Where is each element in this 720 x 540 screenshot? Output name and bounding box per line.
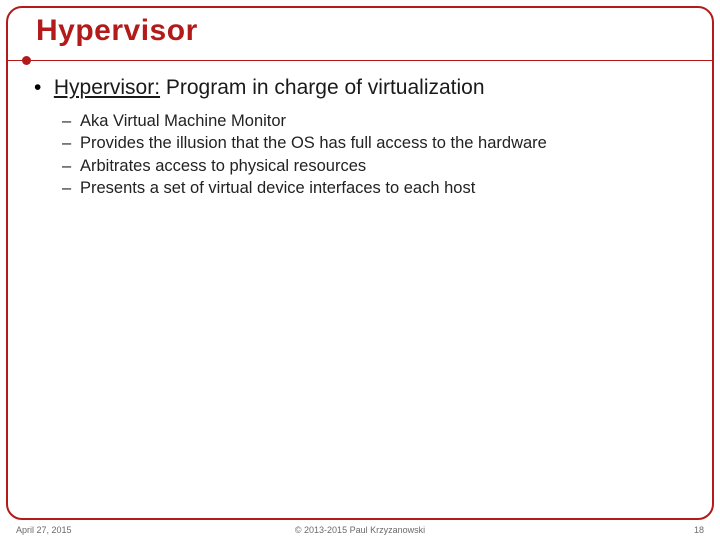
bullet1-symbol: • — [34, 76, 48, 100]
bullet2-symbol: – — [62, 155, 80, 177]
content-area: • Hypervisor: Program in charge of virtu… — [30, 76, 690, 199]
list-item-text: Arbitrates access to physical resources — [80, 157, 366, 175]
list-item: –Arbitrates access to physical resources — [62, 155, 690, 177]
bullet2-symbol: – — [62, 110, 80, 132]
slide-frame: Hypervisor • Hypervisor: Program in char… — [6, 6, 714, 520]
list-item: –Provides the illusion that the OS has f… — [62, 132, 690, 154]
list-item-text: Provides the illusion that the OS has fu… — [80, 134, 547, 152]
list-item-text: Aka Virtual Machine Monitor — [80, 112, 286, 130]
bullet2-symbol: – — [62, 132, 80, 154]
footer-date: April 27, 2015 — [16, 525, 72, 535]
title-dot-icon — [22, 56, 31, 65]
title-rule — [6, 60, 714, 61]
slide-title: Hypervisor — [36, 14, 198, 48]
bullet1-term: Hypervisor: — [54, 76, 160, 99]
footer-copyright: © 2013-2015 Paul Krzyzanowski — [295, 525, 425, 535]
list-item: –Aka Virtual Machine Monitor — [62, 110, 690, 132]
footer-page-number: 18 — [694, 525, 704, 535]
bullet2-symbol: – — [62, 177, 80, 199]
footer: April 27, 2015 © 2013-2015 Paul Krzyzano… — [16, 522, 704, 538]
bullet-level2-list: –Aka Virtual Machine Monitor –Provides t… — [62, 110, 690, 199]
bullet-level1: • Hypervisor: Program in charge of virtu… — [34, 76, 690, 100]
list-item-text: Presents a set of virtual device interfa… — [80, 179, 475, 197]
title-wrap: Hypervisor — [36, 14, 198, 48]
list-item: –Presents a set of virtual device interf… — [62, 177, 690, 199]
bullet1-rest: Program in charge of virtualization — [160, 76, 485, 99]
